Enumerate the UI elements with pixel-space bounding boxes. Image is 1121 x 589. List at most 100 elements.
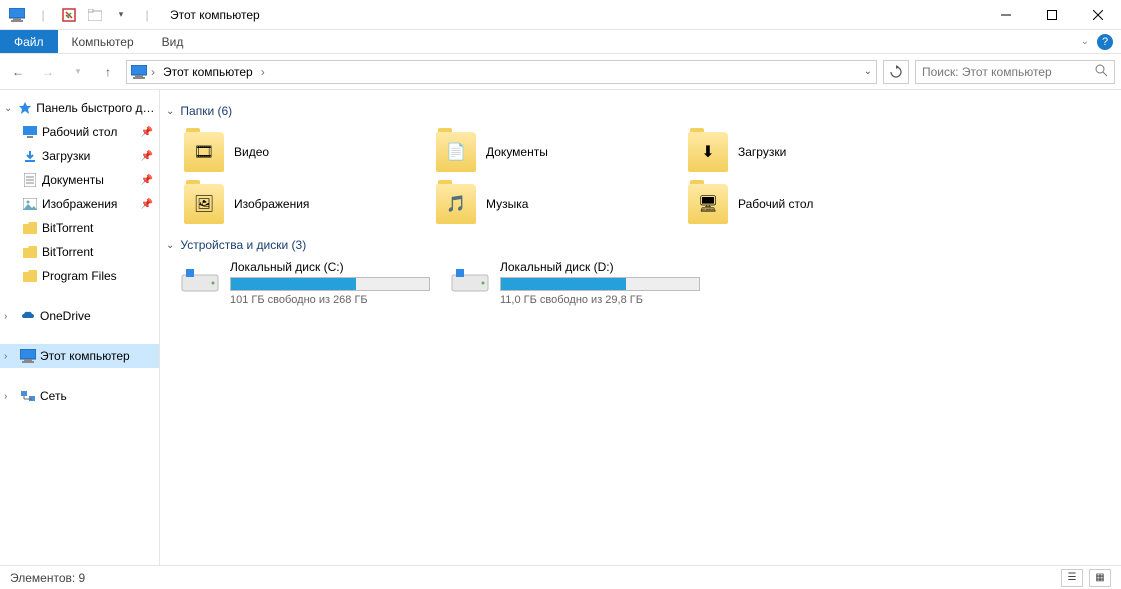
tree-network[interactable]: › Сеть xyxy=(0,384,159,408)
tree-label: Панель быстрого доступа xyxy=(36,101,159,115)
pin-icon: 📌 xyxy=(141,175,153,186)
window-controls xyxy=(983,0,1121,30)
drive-item[interactable]: Локальный диск (D:)11,0 ГБ свободно из 2… xyxy=(450,260,700,306)
chevron-down-icon[interactable]: ⌄ xyxy=(166,240,174,251)
maximize-button[interactable] xyxy=(1029,0,1075,30)
status-elements-count: Элементов: 9 xyxy=(10,571,85,585)
folder-icon xyxy=(22,244,38,260)
tree-item[interactable]: Изображения 📌 xyxy=(0,192,159,216)
status-bar: Элементов: 9 ☰ ▦ xyxy=(0,565,1121,589)
group-folders-header[interactable]: ⌄ Папки (6) xyxy=(166,104,1115,118)
tree-label: BitTorrent xyxy=(42,221,93,235)
forward-button[interactable]: → xyxy=(36,60,60,84)
tab-computer[interactable]: Компьютер xyxy=(58,30,148,53)
tree-label: Program Files xyxy=(42,269,117,283)
drives-grid: Локальный диск (C:) 101 ГБ свободно из 26… xyxy=(180,260,1115,306)
quick-access-toolbar: | ▾ | xyxy=(0,4,164,26)
up-button[interactable]: ↑ xyxy=(96,60,120,84)
view-icons-button[interactable]: ▦ xyxy=(1089,569,1111,587)
ribbon-expand-icon[interactable]: ⌄ xyxy=(1081,36,1089,47)
tree-label: Изображения xyxy=(42,197,117,211)
folders-grid: 🎞Видео📄Документы⬇ Загрузки 🖼 Изображения 🎵 Му… xyxy=(180,126,1115,230)
folder-icon: 🎞 xyxy=(184,132,224,172)
tree-item[interactable]: Program Files xyxy=(0,264,159,288)
folder-icon: ⬇ xyxy=(688,132,728,172)
search-placeholder: Поиск: Этот компьютер xyxy=(922,65,1052,79)
close-button[interactable] xyxy=(1075,0,1121,30)
pin-icon: 📌 xyxy=(141,199,153,210)
tree-label: Документы xyxy=(42,173,104,187)
pin-icon: 📌 xyxy=(141,127,153,138)
folder-icon xyxy=(22,268,38,284)
tree-item[interactable]: BitTorrent xyxy=(0,240,159,264)
network-icon xyxy=(20,388,36,404)
crumb-sep-icon-2[interactable]: › xyxy=(261,65,265,79)
tab-view[interactable]: Вид xyxy=(148,30,198,53)
pin-icon: 📌 xyxy=(141,151,153,162)
folder-item[interactable]: ⬇ Загрузки xyxy=(684,126,936,178)
refresh-button[interactable] xyxy=(883,60,909,84)
folder-item[interactable]: 🎵 Музыка xyxy=(432,178,684,230)
tree-item[interactable]: Документы 📌 xyxy=(0,168,159,192)
search-input[interactable]: Поиск: Этот компьютер xyxy=(915,60,1115,84)
chevron-down-icon[interactable]: ⌄ xyxy=(166,106,174,117)
drive-name: Локальный диск (D:) xyxy=(500,260,700,274)
chevron-right-icon[interactable]: › xyxy=(4,351,16,362)
drive-info: Локальный диск (D:)11,0 ГБ свободно из 2… xyxy=(500,260,700,306)
tree-quick-access[interactable]: ⌄ Панель быстрого доступа xyxy=(0,96,159,120)
tree-this-pc[interactable]: › Этот компьютер xyxy=(0,344,159,368)
folder-label: Документы xyxy=(486,145,548,159)
content-pane: ⌄ Папки (6) 🎞Видео📄Документы⬇ Загрузки 🖼 Из… xyxy=(160,90,1121,565)
tree-item[interactable]: Загрузки 📌 xyxy=(0,144,159,168)
chevron-right-icon[interactable]: › xyxy=(4,311,16,322)
chevron-right-icon[interactable]: › xyxy=(4,391,16,402)
qat-dropdown-icon[interactable]: ▾ xyxy=(110,4,132,26)
tree-item[interactable]: BitTorrent xyxy=(0,216,159,240)
address-bar[interactable]: › Этот компьютер › ⌄ xyxy=(126,60,877,84)
drive-free-text: 101 ГБ свободно из 268 ГБ xyxy=(230,294,430,306)
main-area: ⌄ Панель быстрого доступа Рабочий стол📌З… xyxy=(0,90,1121,565)
group-label: Папки (6) xyxy=(180,104,232,118)
properties-icon[interactable] xyxy=(58,4,80,26)
drive-item[interactable]: Локальный диск (C:) 101 ГБ свободно из 26… xyxy=(180,260,430,306)
help-icon[interactable]: ? xyxy=(1097,34,1113,50)
folder-item[interactable]: 🖼 Изображения xyxy=(180,178,432,230)
folder-item[interactable]: 📄Документы xyxy=(432,126,684,178)
pictures-icon xyxy=(22,196,38,212)
chevron-down-icon[interactable]: ⌄ xyxy=(4,103,14,114)
folder-icon xyxy=(22,220,38,236)
tab-file[interactable]: Файл xyxy=(0,30,58,53)
folder-label: Загрузки xyxy=(738,145,786,159)
ribbon-tabs: Файл Компьютер Вид ⌄ ? xyxy=(0,30,1121,54)
crumb-sep-icon[interactable]: › xyxy=(151,65,155,79)
folder-label: Музыка xyxy=(486,197,528,211)
group-label: Устройства и диски (3) xyxy=(180,238,306,252)
folder-icon: 🖼 xyxy=(184,184,224,224)
desktop-icon xyxy=(22,124,38,140)
drive-name: Локальный диск (C:) xyxy=(230,260,430,274)
title-bar: | ▾ | Этот компьютер xyxy=(0,0,1121,30)
star-icon xyxy=(18,100,32,116)
view-details-button[interactable]: ☰ xyxy=(1061,569,1083,587)
tree-onedrive[interactable]: › OneDrive xyxy=(0,304,159,328)
minimize-button[interactable] xyxy=(983,0,1029,30)
recent-dropdown-icon[interactable]: ▾ xyxy=(66,60,90,84)
drive-icon xyxy=(180,260,220,300)
folder-label: Изображения xyxy=(234,197,309,211)
address-dropdown-icon[interactable]: ⌄ xyxy=(864,66,872,77)
folder-icon: 🖥 xyxy=(688,184,728,224)
back-button[interactable]: ← xyxy=(6,60,30,84)
folder-item[interactable]: 🖥Рабочий стол xyxy=(684,178,936,230)
drive-info: Локальный диск (C:) 101 ГБ свободно из 26… xyxy=(230,260,430,306)
drive-icon xyxy=(450,260,490,300)
downloads-icon xyxy=(22,148,38,164)
this-pc-icon xyxy=(131,64,147,80)
qat-separator-2: | xyxy=(136,4,158,26)
tree-item[interactable]: Рабочий стол📌 xyxy=(0,120,159,144)
folder-icon: 🎵 xyxy=(436,184,476,224)
new-folder-icon[interactable] xyxy=(84,4,106,26)
folder-item[interactable]: 🎞Видео xyxy=(180,126,432,178)
breadcrumb-this-pc[interactable]: Этот компьютер xyxy=(159,65,257,79)
tree-label: Загрузки xyxy=(42,149,90,163)
group-drives-header[interactable]: ⌄ Устройства и диски (3) xyxy=(166,238,1115,252)
